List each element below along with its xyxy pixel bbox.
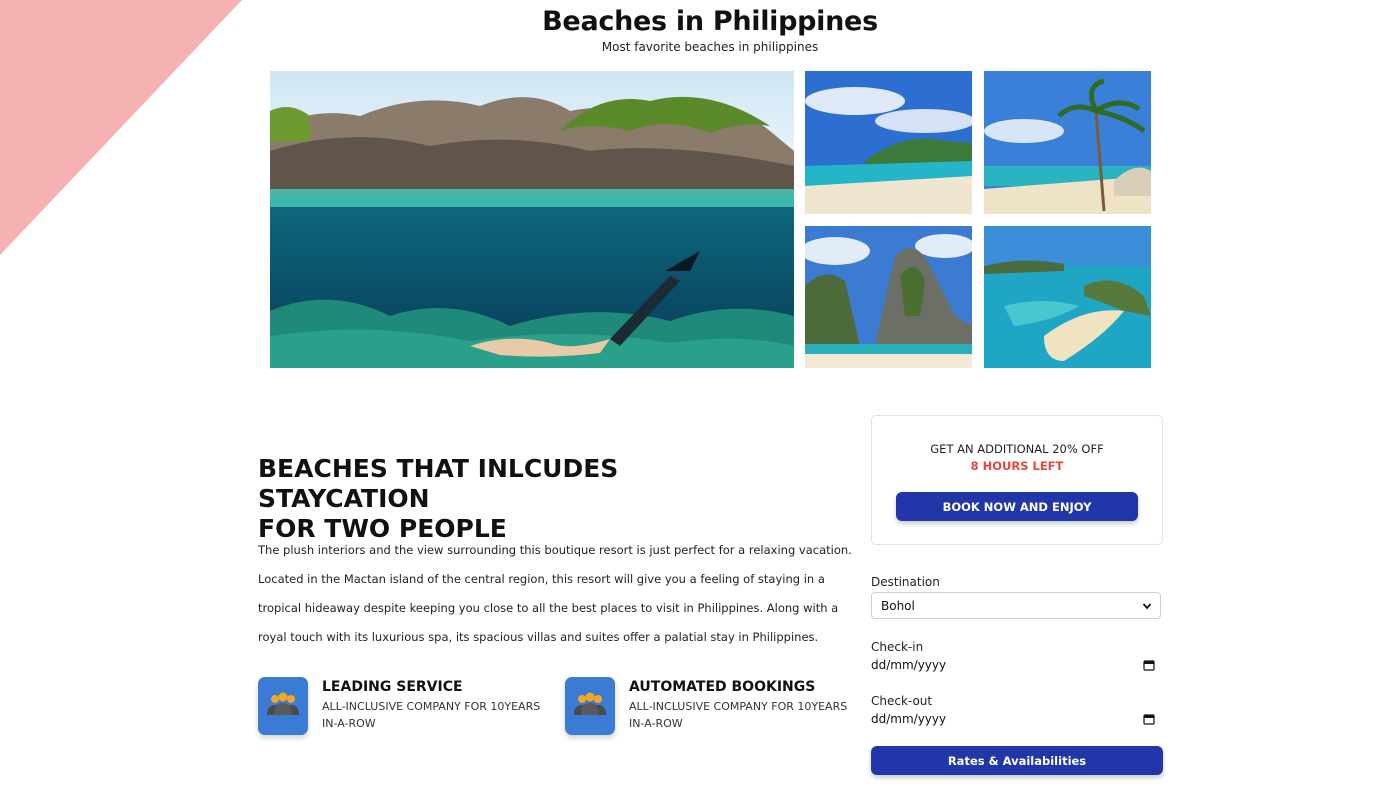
- checkout-date-placeholder: dd/mm/yyyy: [871, 712, 947, 726]
- destination-value: Bohol: [881, 599, 915, 613]
- promo-card: GET AN ADDITIONAL 20% OFF 8 HOURS LEFT B…: [871, 415, 1163, 545]
- gallery-image-beach[interactable]: [805, 71, 972, 214]
- feature-automated-bookings: AUTOMATED BOOKINGS ALL-INCLUSIVE COMPANY…: [565, 677, 855, 737]
- page-title: Beaches in Philippines: [542, 6, 878, 37]
- description-paragraph: The plush interiors and the view surroun…: [258, 543, 852, 644]
- section-heading-line-1: BEACHES THAT INLCUDES STAYCATION: [258, 454, 619, 513]
- beach-gallery: [270, 71, 1151, 368]
- promo-countdown-text: 8 HOURS LEFT: [970, 459, 1064, 473]
- rates-availabilities-button[interactable]: Rates & Availabilities: [871, 746, 1163, 775]
- people-group-icon: [565, 677, 615, 735]
- island-sandbar-photo: [984, 226, 1151, 368]
- gallery-image-palm-beach[interactable]: [984, 71, 1151, 214]
- feature-description: ALL-INCLUSIVE COMPANY FOR 10YEARS IN-A-R…: [322, 700, 541, 730]
- checkout-label: Check-out: [871, 694, 933, 708]
- page-subtitle: Most favorite beaches in philippines: [601, 40, 819, 54]
- destination-select[interactable]: Bohol: [871, 592, 1161, 619]
- beach-photo: [805, 71, 972, 214]
- gallery-image-limestone[interactable]: [805, 226, 972, 368]
- calendar-icon[interactable]: [1143, 713, 1155, 725]
- section-heading: BEACHES THAT INLCUDES STAYCATION FOR TWO…: [258, 454, 778, 544]
- feature-leading-service: LEADING SERVICE ALL-INCLUSIVE COMPANY FO…: [258, 677, 548, 737]
- decorative-corner-shape: [0, 0, 242, 255]
- limestone-cliff-photo: [805, 226, 972, 368]
- palm-beach-photo: [984, 71, 1151, 214]
- gallery-image-sandbar[interactable]: [984, 226, 1151, 368]
- book-now-button[interactable]: BOOK NOW AND ENJOY: [896, 492, 1138, 521]
- promo-discount-text: GET AN ADDITIONAL 20% OFF: [930, 442, 1104, 456]
- calendar-icon[interactable]: [1143, 659, 1155, 671]
- checkin-date-input[interactable]: dd/mm/yyyy: [871, 657, 1161, 677]
- feature-description: ALL-INCLUSIVE COMPANY FOR 10YEARS IN-A-R…: [629, 700, 848, 730]
- gallery-image-main[interactable]: [270, 71, 794, 368]
- people-group-icon: [258, 677, 308, 735]
- checkin-label: Check-in: [871, 640, 924, 654]
- chevron-down-icon: [1142, 603, 1152, 610]
- feature-title: LEADING SERVICE: [322, 679, 463, 695]
- underwater-snorkel-photo: [270, 71, 794, 368]
- destination-label: Destination: [871, 575, 940, 589]
- checkout-date-input[interactable]: dd/mm/yyyy: [871, 711, 1161, 731]
- checkin-date-placeholder: dd/mm/yyyy: [871, 658, 947, 672]
- feature-title: AUTOMATED BOOKINGS: [629, 679, 816, 695]
